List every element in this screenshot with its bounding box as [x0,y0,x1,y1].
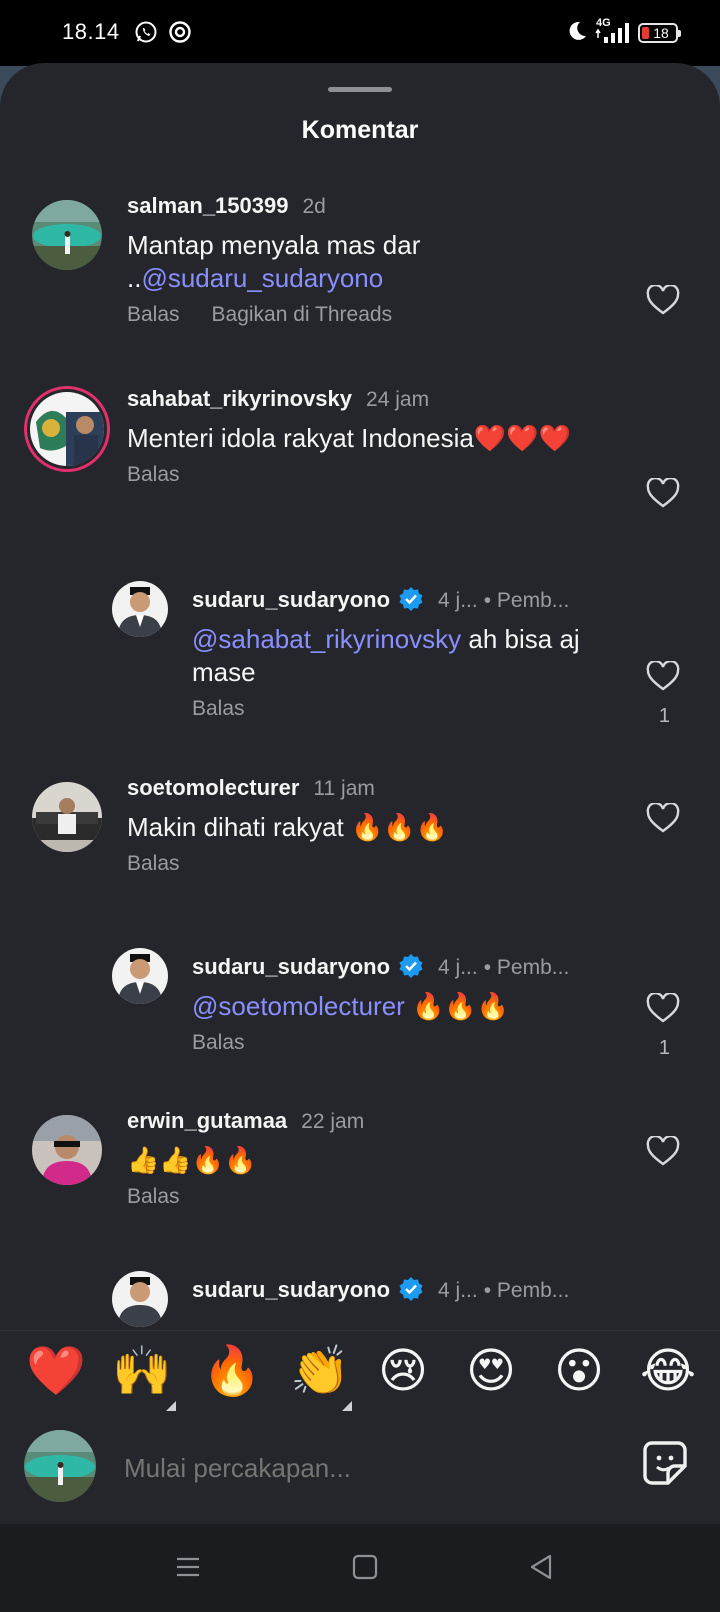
author-tag: • Pemb... [483,956,570,979]
emoji-fire[interactable]: 🔥 [202,1347,262,1395]
author-tag: • Pemb... [483,589,570,612]
moon-icon [566,20,588,47]
emoji-crying[interactable]: 😢 [378,1347,428,1395]
reply-button[interactable]: Balas [192,697,245,721]
emoji-heart[interactable]: ❤️ [26,1347,86,1395]
comment-username[interactable]: soetomolecturer [127,775,299,801]
status-time: 18.14 [62,19,120,44]
emoji-variant-indicator-icon [342,1401,352,1411]
like-count: 1 [658,1037,670,1059]
verified-badge-icon [398,586,424,612]
comment-composer [0,1430,720,1526]
comment-text: Mantap menyala mas dar ..@sudaru_sudaryo… [127,229,597,295]
reply-button[interactable]: Balas [192,1031,245,1055]
like-heart-icon[interactable] [646,1134,680,1166]
avatar[interactable] [24,386,110,472]
emoji-variant-indicator-icon [166,1401,176,1411]
like-heart-icon[interactable] [646,659,680,691]
comment-username[interactable]: salman_150399 [127,193,288,219]
reply-button[interactable]: Balas [127,1185,180,1209]
current-user-avatar [24,1430,96,1502]
system-navigation-bar [0,1524,720,1612]
comment-username[interactable]: sudaru_sudaryono [192,1277,390,1303]
comment-mention[interactable]: @soetomolecturer [192,991,405,1021]
battery-icon: 18 [638,23,681,43]
avatar[interactable] [32,782,102,852]
comment-username[interactable]: erwin_gutamaa [127,1108,287,1134]
whatsapp-icon [134,20,158,49]
reply-button[interactable]: Balas [127,852,180,876]
like-heart-icon[interactable] [646,801,680,833]
comment-input[interactable] [124,1448,604,1488]
emoji-surprised[interactable]: 😮 [554,1347,604,1395]
verified-badge-icon [398,1276,424,1302]
reply-button[interactable]: Balas [127,463,180,487]
comment-text: @soetomolecturer 🔥🔥🔥 [192,990,612,1023]
like-heart-icon[interactable] [646,283,680,315]
comment-text: 👍👍🔥🔥 [127,1145,257,1175]
home-icon[interactable] [350,1552,380,1582]
comment-time: 4 j... [438,589,478,612]
emoji-raised-hands[interactable]: 🙌 [112,1347,172,1395]
comment-time: 22 jam [301,1110,365,1133]
comment-time: 2d [302,195,326,218]
comment-text-main: 🔥🔥🔥 [404,991,510,1021]
comment-list[interactable]: salman_150399 2d Mantap menyala mas dar … [0,63,720,1331]
emoji-reaction-bar: ❤️ 🙌 🔥 👏 😢 😍 😮 😂 [0,1330,720,1430]
comment-mention[interactable]: @sudaru_sudaryono [141,263,383,293]
avatar[interactable] [32,1115,102,1185]
chrome-icon [168,20,192,49]
like-heart-icon[interactable] [646,991,680,1023]
share-threads-button[interactable]: Bagikan di Threads [212,303,393,327]
comment-time: 24 jam [366,388,430,411]
comment-username[interactable]: sahabat_rikyrinovsky [127,386,352,412]
avatar[interactable] [112,581,168,637]
back-icon[interactable] [526,1552,556,1582]
reply-button[interactable]: Balas [127,303,180,327]
comment-text: @sahabat_rikyrinovsky ah bisa aj mase [192,623,612,689]
emoji-heart-eyes[interactable]: 😍 [466,1347,516,1395]
avatar[interactable] [112,948,168,1004]
comment-time: 4 j... [438,1279,478,1302]
like-count: 1 [658,705,670,727]
comment-text: Menteri idola rakyat Indonesia❤️❤️❤️ [127,423,571,453]
comment-time: 4 j... [438,956,478,979]
menu-icon[interactable] [173,1552,203,1582]
author-tag: • Pemb... [483,1279,570,1302]
battery-level: 18 [653,25,669,41]
sticker-icon[interactable] [642,1440,688,1486]
comment-username[interactable]: sudaru_sudaryono [192,954,390,980]
emoji-clapping[interactable]: 👏 [290,1347,350,1395]
comment-time: 11 jam [313,777,375,800]
like-heart-icon[interactable] [646,476,680,508]
verified-badge-icon [398,953,424,979]
comment-mention[interactable]: @sahabat_rikyrinovsky [192,624,461,654]
comment-username[interactable]: sudaru_sudaryono [192,587,390,613]
signal-icon: 4G [594,17,632,45]
status-bar: 18.14 4G 18 [0,0,720,66]
avatar[interactable] [112,1271,168,1327]
comment-text: Makin dihati rakyat 🔥🔥🔥 [127,812,449,842]
emoji-laughing[interactable]: 😂 [640,1347,696,1395]
comments-sheet: Komentar salman_150399 2d Mantap menyala… [0,63,720,1523]
avatar[interactable] [32,200,102,270]
